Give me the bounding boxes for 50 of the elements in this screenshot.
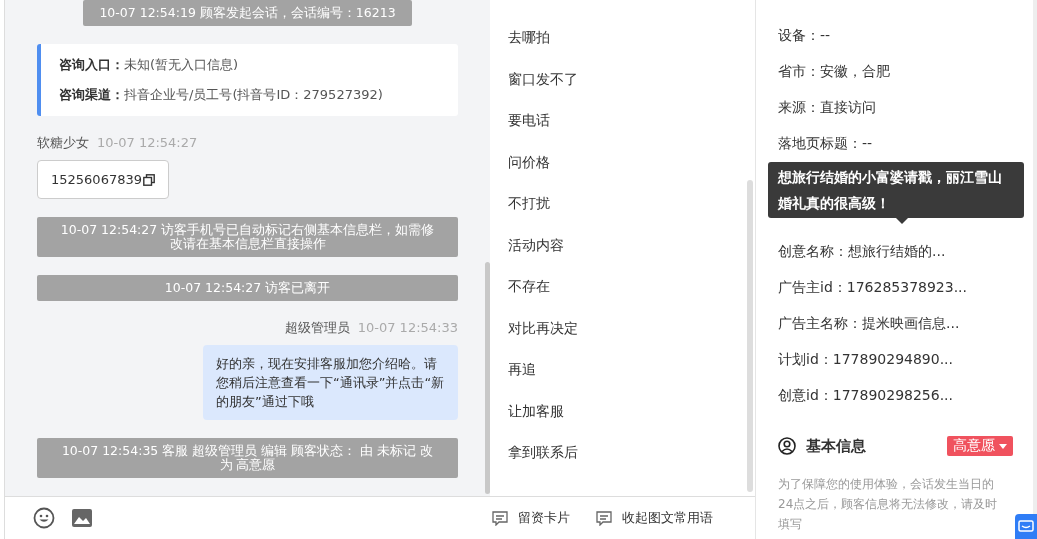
sender-name: 超级管理员 bbox=[284, 320, 350, 335]
comment-icon bbox=[492, 510, 508, 526]
info-row-text: 广告主名称：提米映画信息... bbox=[778, 314, 961, 333]
quick-reply-item[interactable]: 对比再决定 bbox=[490, 317, 755, 359]
emoji-icon[interactable] bbox=[33, 507, 55, 529]
system-message: 10-07 12:54:27 访客已离开 bbox=[37, 275, 458, 301]
info-label: 咨询渠道： bbox=[59, 87, 124, 102]
info-row-text: 落地页标题：-- bbox=[778, 134, 874, 153]
image-icon[interactable] bbox=[71, 508, 93, 528]
quick-reply-item[interactable]: 让加客服 bbox=[490, 400, 755, 442]
action-link[interactable]: 留资卡片 bbox=[518, 509, 570, 527]
scrollbar[interactable] bbox=[485, 262, 490, 494]
system-message: 10-07 12:54:19 顾客发起会话，会话编号：16213 bbox=[83, 0, 412, 26]
quick-reply-item[interactable]: 窗口发不了 bbox=[490, 68, 755, 110]
quick-reply-item[interactable]: 拿到联系后 bbox=[490, 442, 755, 484]
quick-reply-item[interactable]: 再追 bbox=[490, 359, 755, 401]
comment-icon bbox=[596, 510, 612, 526]
info-row-text: 来源：直接访问 bbox=[778, 98, 877, 117]
info-row-text: 创意id：177890298256... bbox=[778, 386, 954, 405]
info-row-text: 计划id：177890294890... bbox=[778, 350, 954, 369]
caret-icon bbox=[999, 443, 1007, 449]
info-row-text: 省市：安徽，合肥 bbox=[778, 62, 891, 81]
sender-name: 软糖少女 bbox=[37, 135, 89, 150]
action-link[interactable]: 收起图文常用语 bbox=[622, 509, 713, 527]
message-time: 10-07 12:54:33 bbox=[357, 320, 458, 335]
user-icon bbox=[778, 437, 796, 455]
info-value: 未知(暂无入口信息) bbox=[124, 57, 239, 72]
quick-reply-item[interactable]: 要电话 bbox=[490, 110, 755, 152]
scrollbar[interactable] bbox=[747, 180, 753, 492]
system-message: 10-07 12:54:35 客服 超级管理员 编辑 顾客状态： 由 未标记 改为 高意愿 bbox=[37, 438, 458, 478]
quick-reply-item[interactable]: 活动内容 bbox=[490, 234, 755, 276]
message-time: 10-07 12:54:27 bbox=[97, 135, 198, 150]
quick-reply-item[interactable]: 不存在 bbox=[490, 276, 755, 318]
chat-float-button[interactable] bbox=[1015, 514, 1037, 539]
info-row-text: 广告主id：176285378923... bbox=[778, 278, 968, 297]
quick-reply-item[interactable]: 问价格 bbox=[490, 151, 755, 193]
info-row-text: 设备：-- bbox=[778, 26, 832, 45]
section-title: 基本信息 bbox=[806, 436, 867, 456]
info-label: 咨询入口： bbox=[59, 57, 124, 72]
system-message: 10-07 12:54:27 访客手机号已自动标记右侧基本信息栏，如需修改请在基本信息栏直接操作 bbox=[37, 217, 458, 257]
copy-icon[interactable] bbox=[143, 173, 155, 186]
tooltip-arrow bbox=[896, 218, 908, 224]
notice-text: 为了保障您的使用体验，会话发生当日的24点之后，顾客信息将无法修改，请及时填写 bbox=[778, 476, 999, 533]
phone-number: 15256067839 bbox=[51, 171, 142, 189]
quick-reply-item[interactable]: 去哪拍 bbox=[490, 27, 755, 69]
chat-icon bbox=[1018, 519, 1034, 534]
info-value: 抖音企业号/员工号(抖音号ID：279527392) bbox=[124, 87, 383, 102]
info-row-text: 创意名称：想旅行结婚的... bbox=[778, 242, 947, 261]
quick-reply-item[interactable]: 不打扰 bbox=[490, 193, 755, 235]
message-bubble: 好的亲，现在安排客服加您介绍哈。请您稍后注意查看一下“通讯录”并点击“新的朋友”通过下哦 bbox=[203, 345, 458, 420]
